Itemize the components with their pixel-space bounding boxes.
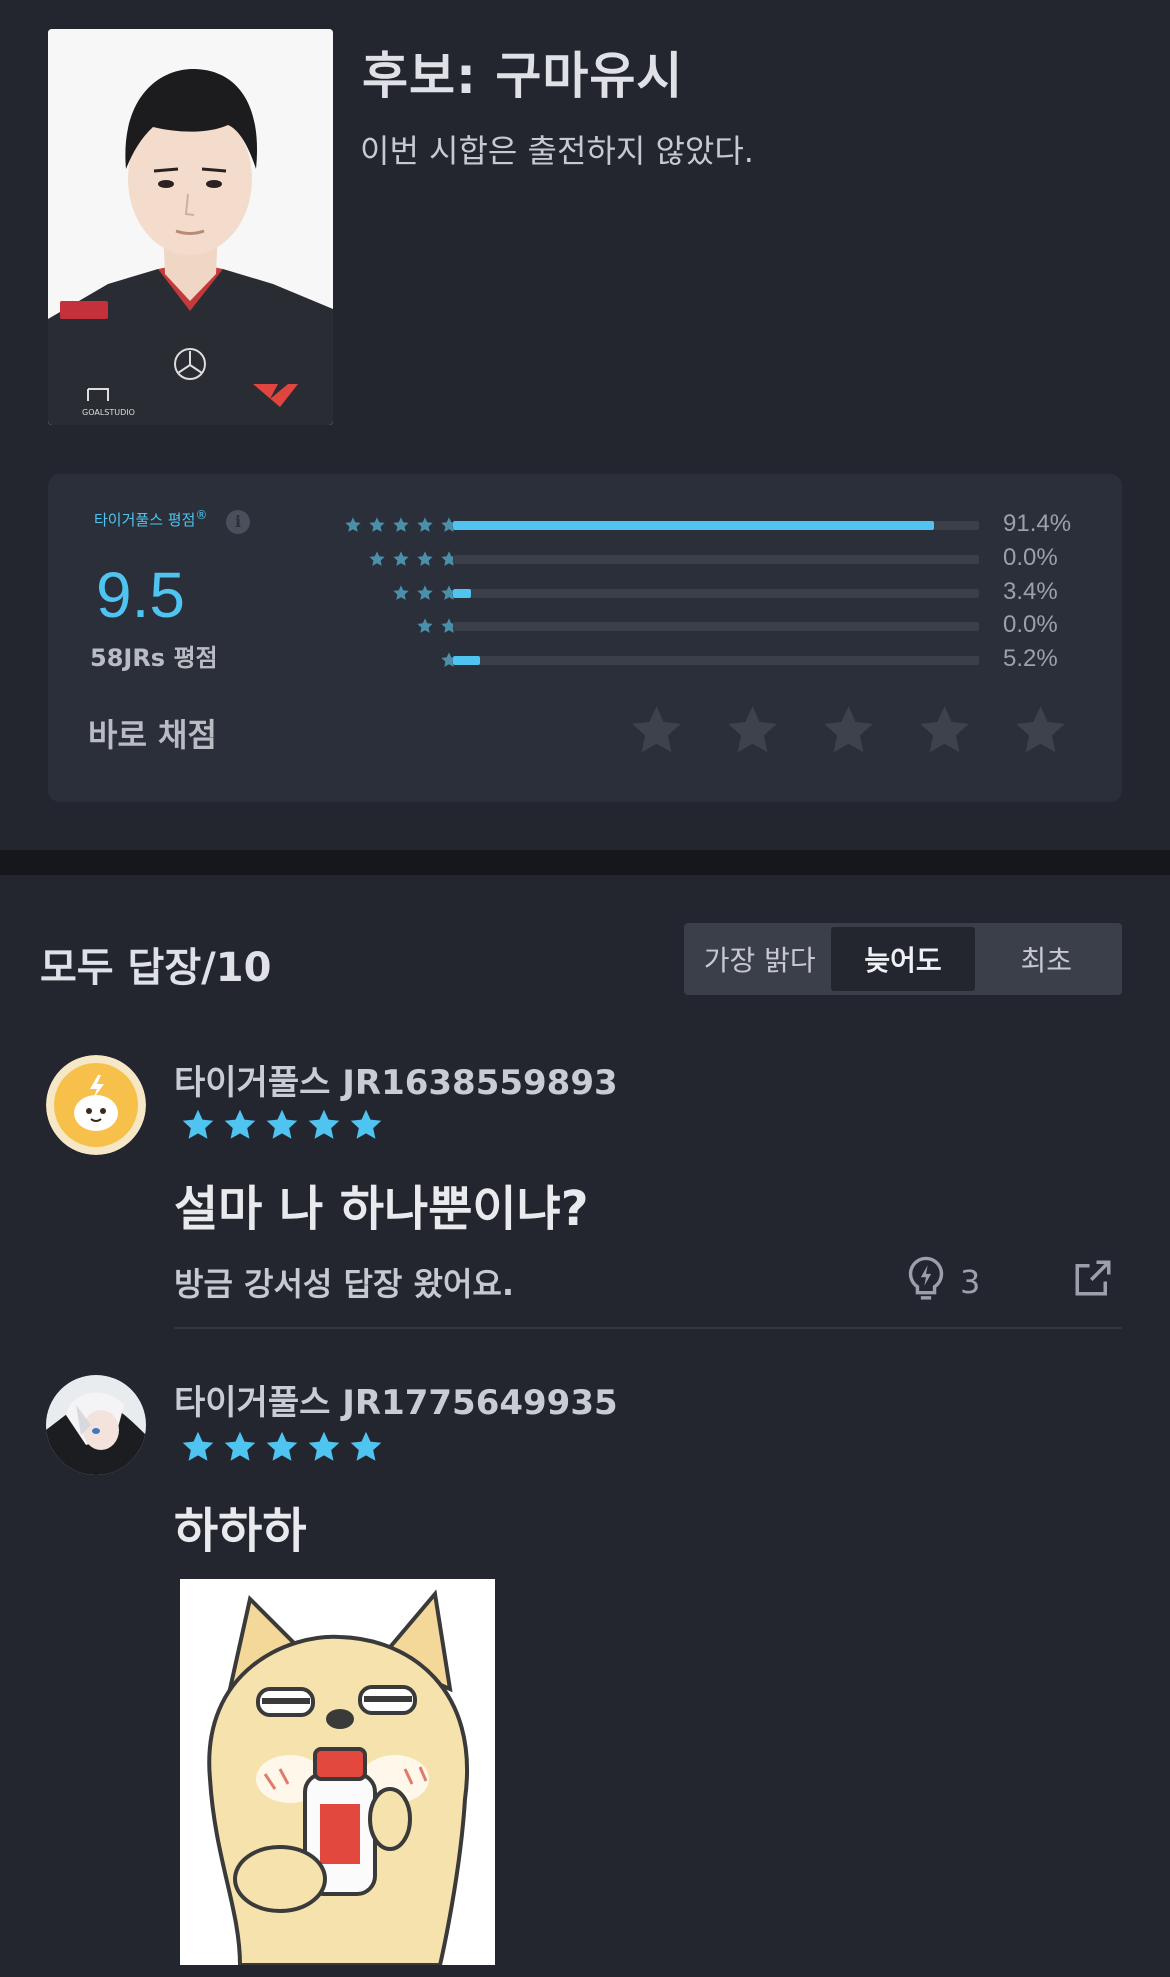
star-filled-icon — [182, 1109, 214, 1139]
player-name: 후보: 구마유시 — [362, 47, 684, 105]
distribution-percent: 91.4% — [1003, 510, 1072, 537]
distribution-bar-track — [453, 656, 979, 665]
distribution-bar-fill — [453, 656, 481, 665]
distribution-row-1-star: 5.2% — [48, 645, 1122, 675]
player-photo: GOALSTUDIO — [48, 29, 333, 425]
rate-star-1-icon[interactable] — [628, 702, 685, 759]
distribution-stars — [392, 584, 458, 604]
lightning-mascot-avatar-icon[interactable] — [46, 1055, 146, 1155]
rate-star-4-icon[interactable] — [916, 702, 973, 759]
reply-text: 하하하 — [174, 1503, 307, 1559]
distribution-row-5-star: 91.4% — [48, 510, 1122, 540]
small-star-icon — [393, 517, 409, 532]
sort-tab-earliest[interactable]: 최초 — [975, 927, 1118, 991]
sort-tabs: 가장 밝다 늦어도 최초 — [684, 923, 1122, 995]
reply-divider — [174, 1327, 1122, 1329]
sort-tab-brightest[interactable]: 가장 밝다 — [688, 927, 831, 991]
distribution-stars — [416, 617, 458, 637]
like-count: 3 — [960, 1263, 981, 1301]
distribution-percent: 5.2% — [1003, 645, 1058, 672]
small-star-icon — [369, 517, 385, 532]
reply-text: 설마 나 하나뿐이냐? — [174, 1181, 589, 1237]
star-filled-icon — [350, 1109, 382, 1139]
player-header: GOALSTUDIO 후보: 구마유시 이번 시합은 출전하지 않았다. 타이거… — [0, 0, 1170, 850]
reply-author[interactable]: 타이거풀스 JR1638559893 — [174, 1055, 618, 1104]
shiba-dog-drinking-sticker[interactable] — [180, 1579, 495, 1965]
distribution-bar-track — [453, 589, 979, 598]
svg-text:GOALSTUDIO: GOALSTUDIO — [82, 408, 135, 417]
star-filled-icon — [224, 1109, 256, 1139]
reply-rating-stars — [180, 1429, 384, 1465]
distribution-row-2-star: 0.0% — [48, 611, 1122, 641]
distribution-bar-track — [453, 622, 979, 631]
small-star-icon — [393, 551, 409, 566]
section-divider — [0, 850, 1170, 875]
distribution-bar-fill — [453, 521, 934, 530]
reply-author[interactable]: 타이거풀스 JR1775649935 — [174, 1375, 618, 1424]
distribution-bar-track — [453, 521, 979, 530]
rate-now-label: 바로 채점 — [88, 716, 217, 754]
star-filled-icon — [224, 1431, 256, 1461]
star-filled-icon — [350, 1431, 382, 1461]
distribution-percent: 0.0% — [1003, 611, 1058, 638]
star-filled-icon — [308, 1431, 340, 1461]
distribution-row-4-star: 0.0% — [48, 544, 1122, 574]
small-star-icon — [417, 618, 433, 633]
replies-title: 모두 답장/10 — [40, 945, 272, 991]
distribution-row-3-star: 3.4% — [48, 578, 1122, 608]
share-icon[interactable] — [1072, 1257, 1114, 1299]
star-filled-icon — [266, 1431, 298, 1461]
distribution-bar-track — [453, 555, 979, 564]
small-star-icon — [417, 517, 433, 532]
replies-section: 모두 답장/10 가장 밝다 늦어도 최초 타이거풀스 JR1638559893 — [0, 875, 1170, 1977]
reply-rating-stars — [180, 1107, 384, 1143]
rate-star-3-icon[interactable] — [820, 702, 877, 759]
star-filled-icon — [266, 1109, 298, 1139]
small-star-icon — [417, 551, 433, 566]
small-star-icon — [417, 585, 433, 600]
sort-tab-latest[interactable]: 늦어도 — [831, 927, 975, 991]
distribution-percent: 0.0% — [1003, 544, 1058, 571]
small-star-icon — [345, 517, 361, 532]
rate-stars — [628, 702, 1069, 759]
small-star-icon — [393, 585, 409, 600]
rate-star-2-icon[interactable] — [724, 702, 781, 759]
rate-star-5-icon[interactable] — [1012, 702, 1069, 759]
distribution-stars — [368, 550, 458, 570]
rating-card: 타이거풀스 평점® i 9.5 58JRs 평점 바로 채점 91.4% 0.0%… — [48, 474, 1122, 802]
reply-quote: 방금 강서성 답장 왔어요. — [174, 1265, 514, 1303]
star-filled-icon — [182, 1431, 214, 1461]
small-star-icon — [369, 551, 385, 566]
anime-avatar-icon[interactable] — [46, 1375, 146, 1475]
star-filled-icon — [308, 1109, 340, 1139]
lightbulb-like-icon[interactable] — [905, 1255, 947, 1303]
distribution-percent: 3.4% — [1003, 578, 1058, 605]
distribution-bar-fill — [453, 589, 471, 598]
distribution-stars — [344, 516, 458, 536]
player-status: 이번 시합은 출전하지 않았다. — [360, 132, 754, 170]
